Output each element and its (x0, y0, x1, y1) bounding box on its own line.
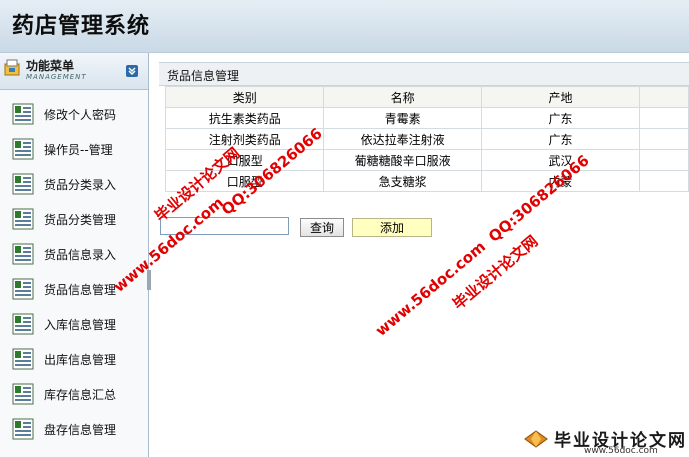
sidebar-splitter-handle[interactable] (147, 270, 151, 290)
sidebar-item-label: 修改个人密码 (44, 108, 117, 122)
collapse-menu-button[interactable] (126, 65, 138, 77)
cell-name: 依达拉奉注射液 (323, 128, 482, 150)
document-icon (12, 418, 34, 440)
goods-table: 类别 名称 产地 抗生素类药品 青霉素 广东 注射剂类药品 依达拉奉注射液 广东 口服型 葡糖… (164, 86, 689, 192)
document-icon (12, 383, 34, 405)
table-header-row: 类别 名称 产地 (164, 86, 689, 108)
app-header: 药店管理系统 (0, 0, 689, 53)
sidebar-item-label: 货品信息录入 (44, 248, 117, 262)
table-row: 口服型 急支糖浆 内蒙 (164, 170, 689, 192)
chevron-down-icon (128, 67, 136, 76)
cell-name: 青霉素 (323, 107, 482, 129)
cell-category: 注射剂类药品 (164, 128, 325, 150)
app-title: 药店管理系统 (12, 13, 151, 39)
sidebar-item[interactable]: 货品信息录入 (0, 237, 148, 272)
gem-logo-icon (524, 430, 548, 448)
cell-name: 急支糖浆 (323, 170, 482, 192)
document-icon (12, 138, 34, 160)
document-icon (12, 208, 34, 230)
document-icon (12, 173, 34, 195)
panel-title: 货品信息管理 (167, 69, 240, 83)
menu-list: 修改个人密码 操作员--管理 货品分类录入 货品分类管理 货品信息录入 货品信息管理 入库信… (0, 97, 148, 447)
sidebar-item[interactable]: 货品分类录入 (0, 167, 148, 202)
column-header-category: 类别 (164, 86, 325, 108)
sidebar-item[interactable]: 货品分类管理 (0, 202, 148, 237)
watermark-brand-right: 毕业设计论文网 (449, 232, 542, 314)
column-header-origin: 产地 (480, 86, 641, 108)
cell-name: 葡糖糖酸辛口服液 (323, 149, 482, 171)
cell-extra (639, 170, 689, 192)
cell-category: 口服型 (164, 149, 325, 171)
column-header-extra (639, 86, 689, 108)
sidebar-item-label: 出库信息管理 (44, 353, 117, 367)
sidebar-item-label: 库存信息汇总 (44, 388, 117, 402)
sidebar-item[interactable]: 货品信息管理 (0, 272, 148, 307)
sidebar-item-label: 入库信息管理 (44, 318, 117, 332)
footer-site: www.56doc.com (584, 446, 658, 456)
document-icon (12, 278, 34, 300)
cell-origin: 武汉 (480, 149, 641, 171)
cell-extra (639, 107, 689, 129)
table-row: 口服型 葡糖糖酸辛口服液 武汉 (164, 149, 689, 171)
sidebar-item[interactable]: 入库信息管理 (0, 307, 148, 342)
cell-extra (639, 128, 689, 150)
panel-title-bar: 货品信息管理 (159, 62, 689, 86)
watermark-site-right: www.56doc.com (372, 237, 490, 340)
sidebar-item[interactable]: 出库信息管理 (0, 342, 148, 377)
sidebar: 功能菜单 MANAGEMENT 修改个人密码 操作员--管理 货品分类录入 货品分类管… (0, 53, 149, 457)
table-row: 抗生素类药品 青霉素 广东 (164, 107, 689, 129)
column-header-name: 名称 (323, 86, 482, 108)
query-button[interactable]: 查询 (300, 218, 344, 237)
document-icon (12, 243, 34, 265)
sidebar-item[interactable]: 库存信息汇总 (0, 377, 148, 412)
document-icon (12, 348, 34, 370)
cell-category: 口服型 (164, 170, 325, 192)
sidebar-item-label: 货品分类录入 (44, 178, 117, 192)
cell-origin: 广东 (480, 107, 641, 129)
table-row: 注射剂类药品 依达拉奉注射液 广东 (164, 128, 689, 150)
cell-origin: 内蒙 (480, 170, 641, 192)
sidebar-item[interactable]: 修改个人密码 (0, 97, 148, 132)
menu-folder-icon (4, 59, 20, 76)
cell-extra (639, 149, 689, 171)
sidebar-item-label: 货品信息管理 (44, 283, 117, 297)
menu-title: 功能菜单 (26, 59, 75, 73)
cell-origin: 广东 (480, 128, 641, 150)
document-icon (12, 313, 34, 335)
document-icon (12, 103, 34, 125)
sidebar-item[interactable]: 操作员--管理 (0, 132, 148, 167)
menu-header: 功能菜单 MANAGEMENT (0, 53, 148, 90)
sidebar-item-label: 盘存信息管理 (44, 423, 117, 437)
sidebar-item[interactable]: 盘存信息管理 (0, 412, 148, 447)
menu-subtitle: MANAGEMENT (26, 73, 87, 81)
add-button[interactable]: 添加 (352, 218, 432, 237)
search-input[interactable] (160, 217, 289, 235)
sidebar-item-label: 操作员--管理 (44, 143, 113, 157)
cell-category: 抗生素类药品 (164, 107, 325, 129)
sidebar-item-label: 货品分类管理 (44, 213, 117, 227)
